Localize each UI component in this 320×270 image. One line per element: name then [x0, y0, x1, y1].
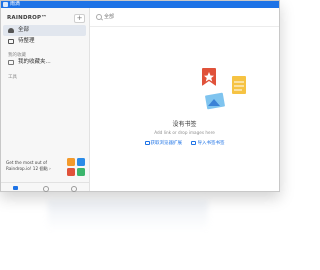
- empty-illustration: [202, 68, 246, 110]
- promo-text[interactable]: Get the most out of Raindrop.io! 12 個點 ›: [6, 160, 66, 171]
- brand-name[interactable]: RAINDROP™: [7, 15, 47, 21]
- empty-state-actions: 获取浏览器扩展 导入书签书签: [90, 140, 279, 146]
- promo-icon: [77, 168, 85, 176]
- sidebar: RAINDROP™ + 全部 待整理 我的收藏 我的收藏夹... 工具 Get …: [1, 8, 90, 192]
- promo-icon: [67, 168, 75, 176]
- sidebar-bottom-bar: [1, 182, 89, 192]
- get-extension-button[interactable]: 获取浏览器扩展: [144, 140, 183, 146]
- window-title: 雨滴: [10, 1, 21, 7]
- window-reflection: [48, 200, 208, 230]
- folder-icon: [8, 60, 14, 65]
- search-icon: [96, 14, 102, 20]
- sidebar-item-collection[interactable]: 我的收藏夹...: [3, 57, 86, 68]
- app-icon: [3, 2, 8, 7]
- inbox-icon: [8, 39, 14, 44]
- empty-state-title: 没有书签: [172, 121, 197, 128]
- empty-state-subtitle: Add link or drop images here: [154, 130, 215, 135]
- app-window: 雨滴 RAINDROP™ + 全部 待整理 我的收藏 我的收藏夹... 工具 G…: [0, 0, 280, 192]
- promo-icon: [77, 158, 85, 166]
- sidebar-item-all[interactable]: 全部: [3, 25, 86, 36]
- promo-icons: [67, 158, 89, 184]
- sidebar-item-label: 全部: [18, 27, 30, 33]
- import-bookmarks-button[interactable]: 导入书签书签: [191, 140, 224, 146]
- sidebar-item-unsorted[interactable]: 待整理: [3, 36, 86, 47]
- sidebar-item-label: 待整理: [18, 38, 35, 44]
- import-icon: [191, 140, 197, 145]
- section-tools-title: 工具: [8, 75, 17, 80]
- sidebar-item-label: 我的收藏夹...: [18, 59, 51, 65]
- search-input[interactable]: [104, 12, 224, 22]
- main-content: 没有书签 Add link or drop images here 获取浏览器扩…: [90, 8, 279, 191]
- info-icon[interactable]: [43, 186, 49, 192]
- search-bar: [90, 8, 279, 27]
- get-extension-label: 获取浏览器扩展: [150, 141, 183, 146]
- promo-icon: [67, 158, 75, 166]
- bookmarks-icon[interactable]: [13, 186, 18, 190]
- add-button[interactable]: +: [74, 14, 85, 23]
- settings-icon[interactable]: [71, 186, 77, 192]
- import-bookmarks-label: 导入书签书签: [197, 141, 225, 146]
- browser-icon: [144, 140, 150, 145]
- cloud-icon: [8, 28, 14, 33]
